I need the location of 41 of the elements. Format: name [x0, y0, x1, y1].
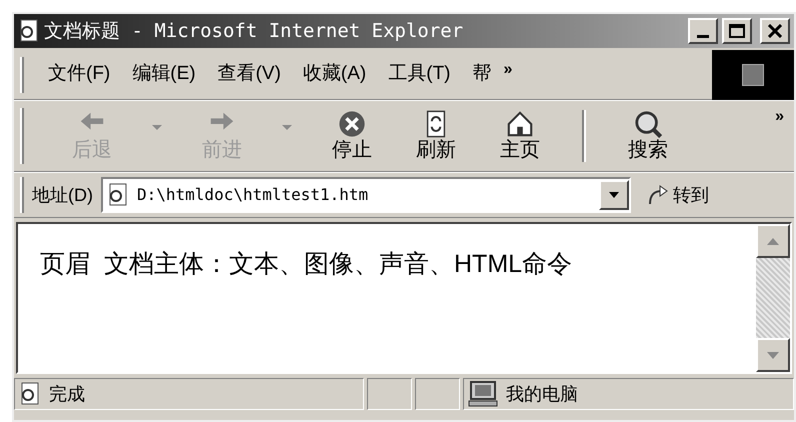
vertical-scrollbar[interactable] [756, 224, 790, 372]
address-field[interactable]: D:\htmldoc\htmltest1.htm [101, 177, 631, 213]
more-menu-button[interactable]: » [504, 58, 512, 82]
stop-icon [338, 110, 366, 138]
menu-item[interactable]: 帮 [472, 60, 492, 89]
curved-arrow-icon [647, 184, 669, 206]
page-icon [18, 19, 40, 43]
down-arrow-icon [767, 352, 779, 358]
body-text: 文档主体：文本、图像、声音、HTML命令 [104, 249, 572, 280]
menu-item[interactable]: 收藏(A) [302, 60, 366, 89]
house-icon [506, 110, 534, 138]
dropdown-button[interactable] [599, 180, 629, 210]
page-icon [107, 183, 129, 207]
caret-icon [609, 192, 619, 198]
page-icon [19, 382, 41, 406]
minimize-button[interactable] [688, 18, 718, 44]
up-arrow-icon [767, 238, 779, 244]
menu-item[interactable]: 文件(F) [48, 60, 110, 89]
toolbar-button[interactable]: 刷新 [394, 110, 478, 162]
menu-item[interactable]: 工具(T) [388, 60, 451, 89]
header-text: 页眉 [40, 249, 90, 280]
menu-item[interactable]: 查看(V) [218, 60, 281, 89]
menu-item[interactable]: 编辑(E) [132, 60, 196, 89]
computer-icon [468, 381, 498, 407]
scroll-down-button[interactable] [756, 338, 790, 372]
toolbar-button[interactable]: 搜索 [606, 110, 690, 162]
go-button[interactable]: 转到 [647, 182, 709, 208]
status-panel [367, 378, 412, 410]
toolbar-button[interactable]: 主页 [478, 110, 562, 162]
close-button[interactable] [760, 18, 790, 44]
toolbar-button[interactable]: 停止 [310, 110, 394, 162]
maximize-button[interactable] [722, 18, 752, 44]
scroll-up-button[interactable] [756, 224, 790, 258]
search-icon [634, 110, 662, 138]
more-tools-button[interactable]: » [775, 105, 784, 129]
status-panel [415, 378, 460, 410]
window-title: 文档标题 - Microsoft Internet Explorer [44, 18, 464, 44]
status-text: 完成 [49, 382, 85, 406]
close-icon [768, 24, 782, 38]
zone-text: 我的电脑 [506, 382, 578, 406]
address-label: 地址(D) [32, 184, 93, 207]
